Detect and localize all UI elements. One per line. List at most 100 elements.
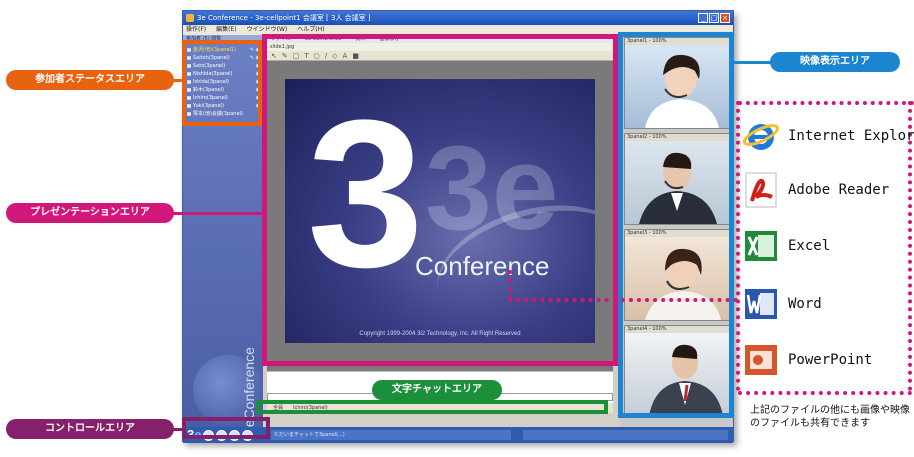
doc-tab[interactable]: 資料	[355, 35, 365, 43]
media-status-icon: ◉	[255, 103, 260, 109]
eraser-tool-icon[interactable]: ◇	[332, 52, 337, 60]
video-tile[interactable]: 3panel2 - 100%	[624, 133, 730, 225]
app-window: 3e Conference - 3e-cellpoint1 会議室 [ 3人 会…	[182, 10, 734, 443]
control-bar: 3e ただいまチャットで3panel(...)	[183, 427, 733, 443]
font-tool-icon[interactable]: A	[343, 52, 348, 60]
rectangle-tool-icon[interactable]: □	[293, 52, 300, 60]
participant-tabs[interactable]: 参加者 (5) 閲覧	[183, 35, 263, 44]
status-text: ただいまチャットで3panel(...)	[271, 430, 511, 440]
control-icons: 3e	[187, 428, 254, 442]
video-feed	[625, 333, 729, 416]
video-feed	[625, 141, 729, 224]
presentation-slide[interactable]: 3e 3 Conference Copyright 1999-2004 3i2 …	[285, 79, 595, 343]
file-type-label: PowerPoint	[788, 352, 873, 368]
maximize-button[interactable]: □	[709, 13, 719, 23]
participant-status-icon	[187, 88, 191, 92]
chat-tabs: 全員 Ichiro(3panel)	[267, 403, 613, 413]
menu-window[interactable]: ウインドウ(W)	[247, 25, 288, 35]
participant-row[interactable]: 鈴木(3panel) ◉	[183, 86, 263, 94]
person-video-image	[645, 54, 719, 128]
file-share-dots-top	[738, 101, 914, 105]
select-tool-icon[interactable]: ↖	[271, 52, 277, 60]
pen-tool-icon[interactable]: ✎	[282, 52, 288, 60]
text-tool-icon[interactable]: T	[304, 52, 308, 60]
presentation-area: ファイル 3e Conference 資料 画像保存 slide1.jpg ↖ …	[267, 35, 613, 413]
excel-icon	[742, 227, 780, 265]
person-video-image	[639, 152, 717, 224]
drawing-toolbar: ↖ ✎ □ T ○ / ◇ A ■	[267, 51, 613, 61]
menu-help[interactable]: ヘルプ(H)	[297, 25, 324, 35]
minimize-button[interactable]: _	[698, 13, 708, 23]
status-indicators	[523, 430, 728, 440]
participant-row[interactable]: Ichiro(3panel) ◉	[183, 94, 263, 102]
menu-bar: 操作(F) 編集(E) ウインドウ(W) ヘルプ(H)	[183, 25, 733, 35]
file-type-adobe-reader: Adobe Reader	[742, 170, 889, 210]
participant-list: 金沢(他)(3panel1) ✎ ◉ Saitoh(3panel) ✎ ◉ Sato…	[183, 46, 263, 118]
settings-control-icon[interactable]	[242, 429, 254, 441]
media-status-icon: ✎ ◉	[249, 47, 260, 53]
participant-row[interactable]: Ishida(3panel) ◉	[183, 78, 263, 86]
control-area-label: コントロールエリア	[6, 419, 174, 439]
participant-row[interactable]: Saitoh(3panel) ✎ ◉	[183, 54, 263, 62]
video-area-label: 映像表示エリア	[770, 52, 900, 72]
participant-panel: 参加者 (5) 閲覧 金沢(他)(3panel1) ✎ ◉ Saitoh(3pan…	[183, 35, 263, 431]
participant-status-icon	[187, 56, 191, 60]
video-panel: 3panel1 - 100% 3panel2 - 100% 3panel3 - …	[621, 35, 733, 427]
video-tile-header: 3panel2 - 100%	[625, 134, 729, 141]
person-video-image	[649, 344, 723, 416]
chat-tab-all[interactable]: 全員	[273, 403, 283, 413]
video-tile[interactable]: 3panel3 - 100%	[624, 229, 730, 321]
ellipse-tool-icon[interactable]: ○	[314, 52, 320, 60]
chat-tab-user[interactable]: Ichiro(3panel)	[293, 403, 328, 413]
status-area-label: 参加者ステータスエリア	[6, 70, 174, 90]
media-status-icon: ◉	[255, 71, 260, 77]
video-tile-header: 3panel3 - 100%	[625, 230, 729, 237]
line-tool-icon[interactable]: /	[325, 52, 327, 60]
camera-control-icon[interactable]	[203, 429, 215, 441]
file-share-dots-left	[736, 101, 740, 391]
participant-status-icon	[187, 64, 191, 68]
participant-name: Nishida(3panel)	[193, 71, 233, 77]
adobe-reader-icon	[742, 171, 780, 209]
doc-tab[interactable]: 画像保存	[379, 35, 399, 43]
vertical-brand: 3eConference	[241, 347, 257, 431]
participant-row[interactable]: Nishida(3panel) ◉	[183, 70, 263, 78]
participant-row[interactable]: Sato(3panel) ◉	[183, 62, 263, 70]
share-control-icon[interactable]	[229, 429, 241, 441]
participant-name: Saitoh(3panel)	[193, 55, 230, 61]
presentation-area-label: プレゼンテーションエリア	[6, 203, 174, 223]
menu-file[interactable]: 操作(F)	[186, 25, 206, 35]
file-type-powerpoint: PowerPoint	[742, 340, 872, 380]
person-video-image	[645, 248, 721, 320]
media-status-icon: ◉	[255, 79, 260, 85]
video-tile[interactable]: 3panel4 - 100%	[624, 325, 730, 417]
mic-control-icon[interactable]	[216, 429, 228, 441]
doc-tab[interactable]: ファイル	[271, 35, 291, 43]
participant-name: 塚本(他)会議(3panel)	[193, 111, 243, 117]
slide-copyright: Copyright 1999-2004 3i2 Technology, Inc.…	[359, 331, 521, 337]
participant-name: Ichiro(3panel)	[193, 95, 228, 101]
file-name-bar: slide1.jpg	[267, 43, 613, 51]
slide-brand-text: Conference	[415, 251, 550, 281]
close-button[interactable]: ×	[720, 13, 730, 23]
video-tile[interactable]: 3panel1 - 100%	[624, 37, 730, 129]
powerpoint-icon	[742, 341, 780, 379]
participant-row[interactable]: Yuki(3panel) ◉	[183, 102, 263, 110]
participant-status-icon	[187, 104, 191, 108]
participant-row[interactable]: 塚本(他)会議(3panel)	[183, 110, 263, 118]
chat-area-label: 文字チャットエリア	[372, 380, 502, 400]
participant-name: 金沢(他)(3panel1)	[193, 47, 237, 53]
participant-status-icon	[187, 96, 191, 100]
slide-big-number: 3	[307, 79, 424, 311]
media-status-icon: ◉	[255, 87, 260, 93]
color-tool-icon[interactable]: ■	[352, 52, 359, 60]
window-title: 3e Conference - 3e-cellpoint1 会議室 [ 3人 会…	[197, 14, 371, 22]
video-connector	[732, 61, 772, 64]
participant-name: Yuki(3panel)	[193, 103, 224, 109]
doc-tab[interactable]: 3e Conference	[305, 35, 341, 43]
media-status-icon: ◉	[255, 63, 260, 69]
slide-ghost-logo: 3e	[425, 121, 559, 255]
document-tabs: ファイル 3e Conference 資料 画像保存	[267, 35, 613, 43]
participant-row[interactable]: 金沢(他)(3panel1) ✎ ◉	[183, 46, 263, 54]
menu-edit[interactable]: 編集(E)	[216, 25, 236, 35]
